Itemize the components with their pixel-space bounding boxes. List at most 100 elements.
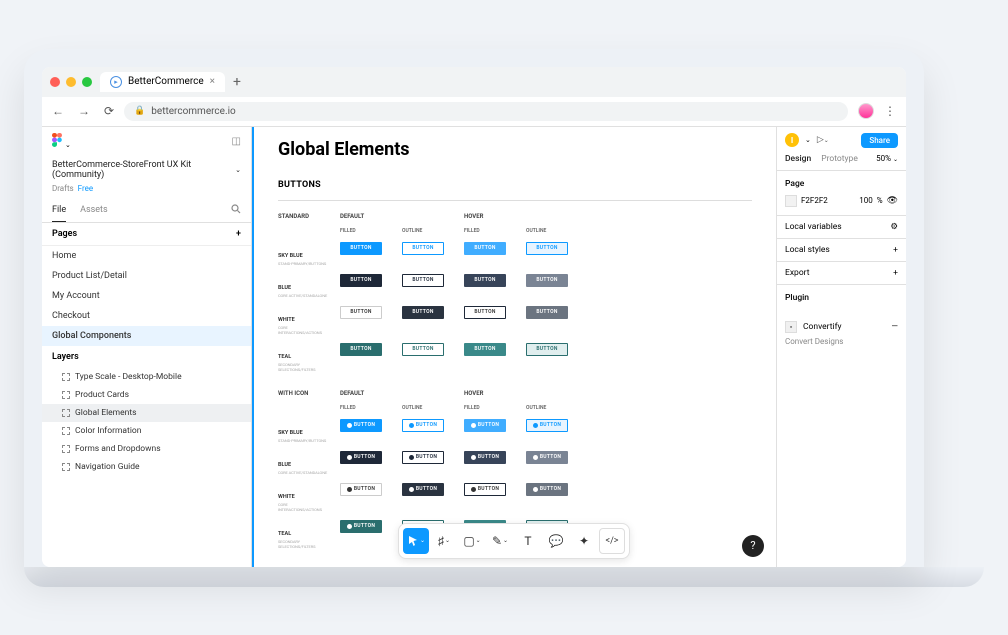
sub-header: FILLED (340, 228, 390, 234)
new-tab-button[interactable]: + (233, 74, 241, 90)
tab-design[interactable]: Design (785, 154, 811, 164)
frame-icon (62, 373, 70, 381)
text-tool[interactable]: T (515, 528, 541, 554)
gear-icon (533, 455, 538, 460)
opacity-unit: % (877, 196, 883, 205)
color-swatch[interactable] (785, 195, 797, 207)
settings-icon[interactable]: ⚙ (890, 222, 898, 232)
dev-mode-tool[interactable]: </> (599, 528, 625, 554)
add-icon[interactable]: + (893, 268, 898, 278)
page-item[interactable]: Home (42, 246, 251, 266)
layer-item[interactable]: Product Cards (42, 386, 251, 404)
gear-icon (347, 524, 352, 529)
minimize-window-icon[interactable] (66, 77, 76, 87)
sub-header: OUTLINE (402, 228, 452, 234)
sub-header: OUTLINE (526, 228, 576, 234)
profile-avatar[interactable] (858, 103, 874, 119)
gear-icon (533, 487, 538, 492)
export-row[interactable]: Export + (777, 262, 906, 285)
layer-item-selected[interactable]: Global Elements (42, 404, 251, 422)
help-button[interactable]: ? (742, 535, 764, 557)
pages-header: Pages (52, 229, 77, 239)
col-header: DEFAULT (340, 390, 390, 397)
gear-icon (347, 487, 352, 492)
layer-item[interactable]: Color Information (42, 422, 251, 440)
tab-assets[interactable]: Assets (80, 199, 108, 221)
reload-button[interactable]: ⟳ (104, 104, 114, 118)
row-label: BLUE (278, 285, 291, 291)
zoom-select[interactable]: 50% ⌄ (876, 154, 898, 163)
divider (278, 200, 752, 201)
actions-tool[interactable]: ✦ (571, 528, 597, 554)
button-sample: BUTTON (402, 451, 444, 464)
url-text: bettercommerce.io (151, 106, 235, 117)
page-section-label: Page (785, 179, 898, 189)
tab-file[interactable]: File (52, 199, 66, 222)
button-sample: BUTTON (526, 419, 568, 432)
pen-tool[interactable]: ✎⌄ (487, 528, 513, 554)
button-sample: BUTTON (402, 343, 444, 356)
browser-window: ▸ BetterCommerce × + ← → ⟳ 🔒 bettercomme… (42, 67, 906, 567)
comment-tool[interactable]: 💬 (543, 528, 569, 554)
local-styles-row[interactable]: Local styles + (777, 239, 906, 262)
button-sample: BUTTON (402, 274, 444, 287)
button-sample: BUTTON (464, 343, 506, 356)
url-input[interactable]: 🔒 bettercommerce.io (124, 102, 848, 121)
local-variables-row[interactable]: Local variables ⚙ (777, 216, 906, 239)
share-button[interactable]: Share (861, 133, 898, 148)
figma-app: ⌄ ◫ BetterCommerce-StoreFront UX Kit (Co… (42, 127, 906, 567)
layer-item[interactable]: Forms and Dropdowns (42, 440, 251, 458)
user-avatar[interactable]: I (785, 133, 799, 147)
gear-icon (347, 423, 352, 428)
file-name[interactable]: BetterCommerce-StoreFront UX Kit (Commun… (52, 160, 235, 180)
page-title: Global Elements (278, 139, 752, 160)
add-page-button[interactable]: + (236, 229, 241, 239)
maximize-window-icon[interactable] (82, 77, 92, 87)
lock-icon: 🔒 (134, 106, 145, 116)
row-label: WHITE (278, 317, 295, 323)
layer-item[interactable]: Navigation Guide (42, 458, 251, 476)
button-sample: BUTTON (464, 274, 506, 287)
close-window-icon[interactable] (50, 77, 60, 87)
plugin-subtitle: Convert Designs (777, 337, 906, 346)
button-sample: BUTTON (526, 306, 568, 319)
layer-item[interactable]: Type Scale - Desktop-Mobile (42, 368, 251, 386)
button-sample: BUTTON (464, 419, 506, 432)
shape-tool[interactable]: ▢⌄ (459, 528, 485, 554)
collapse-icon[interactable]: — (891, 322, 898, 332)
color-value[interactable]: F2F2F2 (801, 196, 828, 205)
figma-menu-button[interactable]: ⌄ (52, 133, 71, 150)
gear-icon (347, 455, 352, 460)
close-tab-icon[interactable]: × (210, 76, 215, 87)
panel-toggle-icon[interactable]: ◫ (232, 136, 241, 147)
buttons-grid-standard: STANDARD DEFAULT HOVER FILLED OUTLINE FI… (278, 213, 752, 372)
page-item[interactable]: My Account (42, 286, 251, 306)
move-tool[interactable]: ⌄ (403, 528, 429, 554)
plugin-header: Plugin (785, 293, 898, 303)
frame-tool[interactable]: ♯⌄ (431, 528, 457, 554)
page-item[interactable]: Checkout (42, 306, 251, 326)
forward-button[interactable]: → (78, 104, 90, 118)
back-button[interactable]: ← (52, 104, 64, 118)
col-header: DEFAULT (340, 213, 390, 220)
page-item-selected[interactable]: Global Components (42, 326, 251, 346)
browser-tab[interactable]: ▸ BetterCommerce × (100, 72, 225, 92)
page-item[interactable]: Product List/Detail (42, 266, 251, 286)
opacity-value[interactable]: 100 (859, 196, 873, 205)
file-chevron-icon[interactable]: ⌄ (235, 166, 241, 174)
button-sample: BUTTON (526, 343, 568, 356)
layers-header: Layers (42, 346, 251, 368)
frame-icon (62, 463, 70, 471)
plugin-item[interactable]: ▫ Convertify — (777, 317, 906, 337)
gear-icon (471, 487, 476, 492)
browser-menu-icon[interactable]: ⋮ (884, 104, 896, 118)
tab-prototype[interactable]: Prototype (821, 154, 858, 164)
team-name[interactable]: Drafts (52, 184, 74, 193)
button-sample: BUTTON (526, 274, 568, 287)
add-icon[interactable]: + (893, 245, 898, 255)
visibility-icon[interactable]: 👁 (887, 196, 898, 206)
search-icon[interactable] (231, 204, 241, 217)
canvas-area[interactable]: Global Elements BUTTONS STANDARD DEFAULT… (252, 127, 776, 567)
present-button[interactable]: ▷⌄ (817, 135, 829, 145)
user-chevron-icon[interactable]: ⌄ (805, 136, 811, 144)
